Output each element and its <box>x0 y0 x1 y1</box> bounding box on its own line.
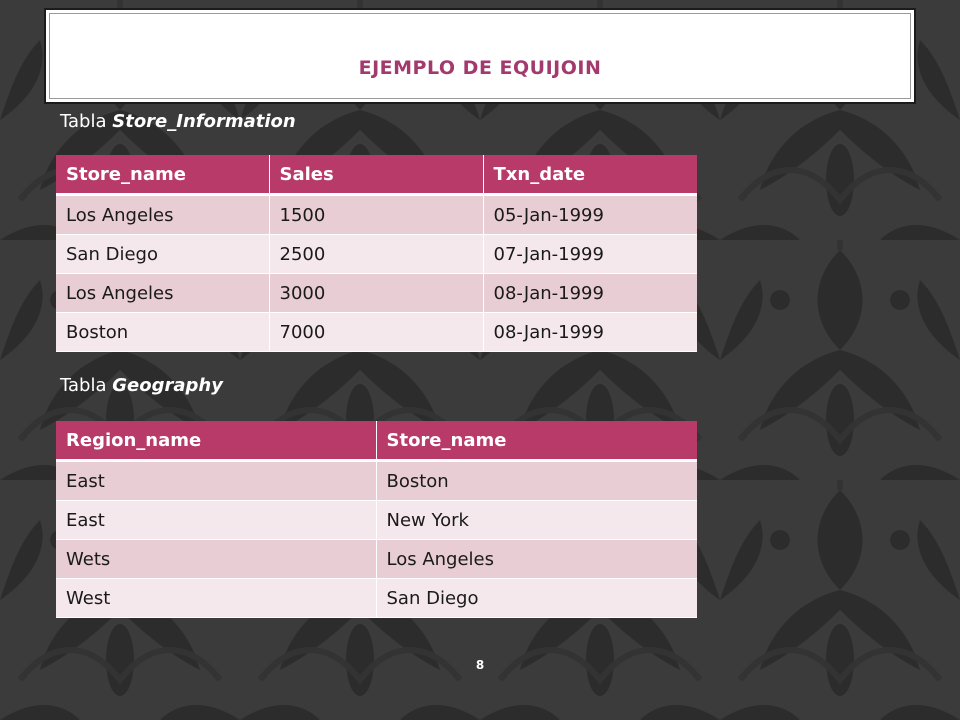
table2-caption-name: Geography <box>112 375 223 396</box>
header-cell: Store_name <box>376 421 697 462</box>
page-number: 8 <box>475 658 485 672</box>
header-cell: Region_name <box>56 421 377 462</box>
table-cell: 07-Jan-1999 <box>483 234 697 274</box>
table-header-row: Store_name Sales Txn_date <box>56 155 697 196</box>
table-cell: San Diego <box>376 578 697 618</box>
table-cell: 08-Jan-1999 <box>483 273 697 313</box>
table-cell: Los Angeles <box>376 539 697 579</box>
table-cell: San Diego <box>56 234 270 274</box>
table-cell: 7000 <box>269 312 484 352</box>
table-row: Los Angeles 1500 05-Jan-1999 <box>56 194 697 235</box>
table-cell: 3000 <box>269 273 484 313</box>
table-cell: Boston <box>376 460 697 501</box>
table1-caption-name: Store_Information <box>112 111 296 132</box>
table-row: Wets Los Angeles <box>56 539 697 579</box>
table-row: San Diego 2500 07-Jan-1999 <box>56 234 697 274</box>
table-cell: New York <box>376 500 697 540</box>
table2-caption: Tabla Geography <box>60 375 223 396</box>
table-cell: East <box>56 500 377 540</box>
table-cell: 08-Jan-1999 <box>483 312 697 352</box>
slide-title: EJEMPLO DE EQUIJOIN <box>358 57 602 79</box>
table-row: Los Angeles 3000 08-Jan-1999 <box>56 273 697 313</box>
table-cell: Boston <box>56 312 270 352</box>
table-cell: Los Angeles <box>56 273 270 313</box>
table-row: East New York <box>56 500 697 540</box>
table-cell: East <box>56 460 377 501</box>
table-cell: 1500 <box>269 194 484 235</box>
table1-caption-prefix: Tabla <box>60 111 107 132</box>
store-information-table: Store_name Sales Txn_date Los Angeles 15… <box>56 155 697 352</box>
header-cell: Txn_date <box>483 155 697 196</box>
geography-table: Region_name Store_name East Boston East … <box>56 421 697 618</box>
table-header-row: Region_name Store_name <box>56 421 697 462</box>
table-cell: West <box>56 578 377 618</box>
table-row: West San Diego <box>56 578 697 618</box>
header-cell: Sales <box>269 155 484 196</box>
table-row: East Boston <box>56 460 697 501</box>
table-cell: Wets <box>56 539 377 579</box>
header-cell: Store_name <box>56 155 270 196</box>
title-box: EJEMPLO DE EQUIJOIN <box>44 8 916 104</box>
table-cell: 05-Jan-1999 <box>483 194 697 235</box>
table-row: Boston 7000 08-Jan-1999 <box>56 312 697 352</box>
table-cell: Los Angeles <box>56 194 270 235</box>
table2-caption-prefix: Tabla <box>60 375 107 396</box>
table1-caption: Tabla Store_Information <box>60 111 296 132</box>
table-cell: 2500 <box>269 234 484 274</box>
